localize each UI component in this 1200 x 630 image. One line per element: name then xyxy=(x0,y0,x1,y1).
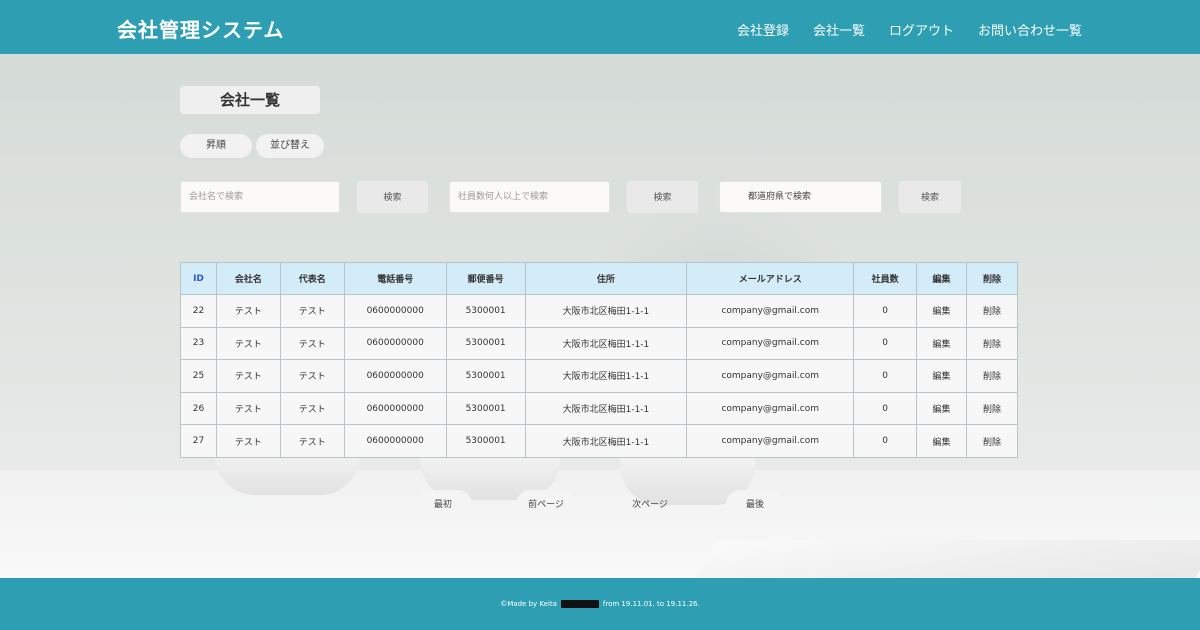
edit-link[interactable]: 編集 xyxy=(916,326,967,361)
app-brand[interactable]: 会社管理システム xyxy=(117,14,284,43)
company-search-button[interactable]: 検索 xyxy=(357,181,428,213)
footer-bar: ©Made by Keita from 19.11.01. to 19.11.26… xyxy=(0,578,1200,630)
nav-company-register[interactable]: 会社登録 xyxy=(737,20,789,39)
cell-phone: 0600000000 xyxy=(343,391,447,426)
cell-zip: 5300001 xyxy=(445,359,526,393)
company-name-link[interactable]: テスト xyxy=(215,326,281,361)
column-header-id[interactable]: ID xyxy=(180,262,217,295)
prefecture-search-button[interactable]: 検索 xyxy=(899,181,961,213)
column-header-address: 住所 xyxy=(524,262,688,295)
column-header-zip: 郵便番号 xyxy=(445,262,526,295)
column-header-email: メールアドレス xyxy=(686,262,855,295)
edit-link[interactable]: 編集 xyxy=(916,294,967,328)
pager-first-button[interactable]: 最初 xyxy=(414,490,472,518)
nav-logout[interactable]: ログアウト xyxy=(889,20,954,39)
cell-zip: 5300001 xyxy=(445,391,526,426)
cell-address: 大阪市北区梅田1-1-1 xyxy=(524,294,688,328)
cell-address: 大阪市北区梅田1-1-1 xyxy=(524,424,688,458)
employee-count-search-input[interactable] xyxy=(449,181,610,213)
company-table: ID 会社名 代表名 電話番号 郵便番号 住所 メールアドレス 社員数 編集 削… xyxy=(180,262,1018,458)
cell-email: company@gmail.com xyxy=(686,294,855,328)
cell-employees: 0 xyxy=(853,424,918,458)
main-nav: 会社登録 会社一覧 ログアウト お問い合わせ一覧 xyxy=(737,20,1082,39)
cell-id: 23 xyxy=(180,326,217,361)
top-bar: 会社管理システム 会社登録 会社一覧 ログアウト お問い合わせ一覧 xyxy=(0,0,1200,54)
cell-phone: 0600000000 xyxy=(343,424,447,458)
cell-phone: 0600000000 xyxy=(343,294,447,328)
edit-link[interactable]: 編集 xyxy=(916,391,967,426)
cell-email: company@gmail.com xyxy=(686,424,855,458)
table-row: 23 テスト テスト 0600000000 5300001 大阪市北区梅田1-1… xyxy=(180,326,1018,361)
employee-search-button[interactable]: 検索 xyxy=(627,181,698,213)
prefecture-select[interactable]: 都道府県で検索 xyxy=(719,181,882,213)
company-name-search-input[interactable] xyxy=(180,181,340,213)
edit-link[interactable]: 編集 xyxy=(916,359,967,393)
table-row: 25 テスト テスト 0600000000 5300001 大阪市北区梅田1-1… xyxy=(180,359,1018,393)
table-row: 27 テスト テスト 0600000000 5300001 大阪市北区梅田1-1… xyxy=(180,424,1018,458)
column-header-representative: 代表名 xyxy=(279,262,345,295)
main-content: 会社一覧 昇順 並び替え 検索 検索 都道府県で検索 検索 ID 会社名 代表名… xyxy=(0,54,1200,578)
column-header-employees: 社員数 xyxy=(853,262,918,295)
page-title: 会社一覧 xyxy=(180,86,320,114)
column-header-company: 会社名 xyxy=(215,262,281,295)
cell-representative: テスト xyxy=(279,359,345,393)
table-row: 22 テスト テスト 0600000000 5300001 大阪市北区梅田1-1… xyxy=(180,294,1018,328)
company-name-link[interactable]: テスト xyxy=(215,391,281,426)
cell-zip: 5300001 xyxy=(445,424,526,458)
company-name-link[interactable]: テスト xyxy=(215,424,281,458)
cell-representative: テスト xyxy=(279,424,345,458)
cell-employees: 0 xyxy=(853,294,918,328)
cell-id: 27 xyxy=(180,424,217,458)
cell-email: company@gmail.com xyxy=(686,326,855,361)
cell-phone: 0600000000 xyxy=(343,359,447,393)
table-row: 26 テスト テスト 0600000000 5300001 大阪市北区梅田1-1… xyxy=(180,391,1018,426)
delete-link[interactable]: 削除 xyxy=(966,424,1018,458)
column-header-phone: 電話番号 xyxy=(343,262,447,295)
pager-prev-button[interactable]: 前ページ xyxy=(516,490,576,518)
cell-address: 大阪市北区梅田1-1-1 xyxy=(524,359,688,393)
delete-link[interactable]: 削除 xyxy=(966,326,1018,361)
sort-reorder-button[interactable]: 並び替え xyxy=(256,134,324,158)
pager-next-button[interactable]: 次ページ xyxy=(620,490,680,518)
sort-ascending-button[interactable]: 昇順 xyxy=(180,134,252,158)
cell-address: 大阪市北区梅田1-1-1 xyxy=(524,391,688,426)
cell-employees: 0 xyxy=(853,359,918,393)
cell-id: 26 xyxy=(180,391,217,426)
edit-link[interactable]: 編集 xyxy=(916,424,967,458)
cell-representative: テスト xyxy=(279,294,345,328)
cell-representative: テスト xyxy=(279,326,345,361)
cell-email: company@gmail.com xyxy=(686,391,855,426)
nav-inquiry-list[interactable]: お問い合わせ一覧 xyxy=(978,20,1082,39)
table-header-row: ID 会社名 代表名 電話番号 郵便番号 住所 メールアドレス 社員数 編集 削… xyxy=(180,262,1018,295)
cell-id: 25 xyxy=(180,359,217,393)
cell-address: 大阪市北区梅田1-1-1 xyxy=(524,326,688,361)
cell-employees: 0 xyxy=(853,391,918,426)
footer-credit: ©Made by Keita from 19.11.01. to 19.11.26… xyxy=(0,600,1200,608)
cell-email: company@gmail.com xyxy=(686,359,855,393)
cell-id: 22 xyxy=(180,294,217,328)
column-header-edit: 編集 xyxy=(916,262,967,295)
delete-link[interactable]: 削除 xyxy=(966,391,1018,426)
company-name-link[interactable]: テスト xyxy=(215,294,281,328)
cell-zip: 5300001 xyxy=(445,326,526,361)
delete-link[interactable]: 削除 xyxy=(966,359,1018,393)
redacted-name xyxy=(560,600,599,608)
cell-employees: 0 xyxy=(853,326,918,361)
column-header-delete: 削除 xyxy=(966,262,1018,295)
delete-link[interactable]: 削除 xyxy=(966,294,1018,328)
company-name-link[interactable]: テスト xyxy=(215,359,281,393)
footer-credit-suffix: from 19.11.01. to 19.11.26. xyxy=(602,600,700,608)
cell-zip: 5300001 xyxy=(445,294,526,328)
cell-phone: 0600000000 xyxy=(343,326,447,361)
footer-credit-prefix: ©Made by Keita xyxy=(500,600,557,608)
nav-company-list[interactable]: 会社一覧 xyxy=(813,20,865,39)
pager-last-button[interactable]: 最後 xyxy=(726,490,784,518)
cell-representative: テスト xyxy=(279,391,345,426)
